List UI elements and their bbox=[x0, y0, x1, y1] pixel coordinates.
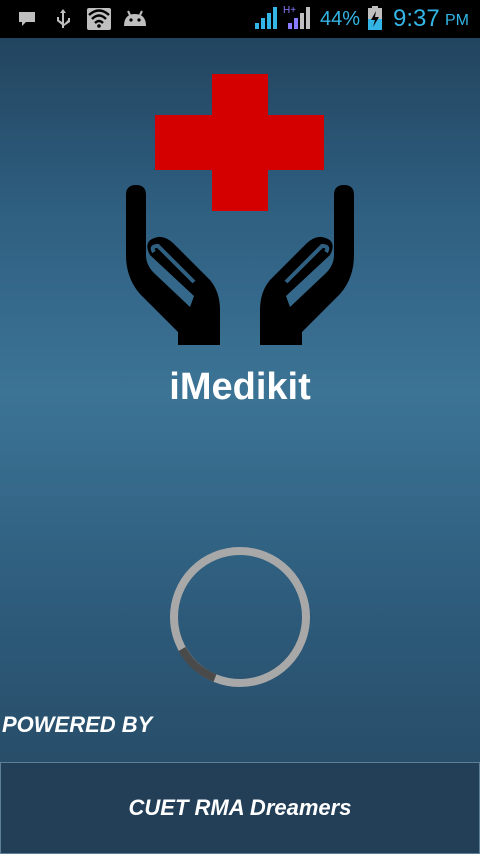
network-type-label: H+ bbox=[283, 5, 296, 16]
left-hand-icon bbox=[126, 185, 220, 345]
message-icon bbox=[19, 12, 35, 26]
app-logo-hands-cross-icon bbox=[126, 74, 354, 345]
loading-spinner bbox=[170, 547, 310, 687]
status-bar: H+ 44% 9:37 PM bbox=[0, 0, 480, 38]
android-debug-icon bbox=[124, 10, 146, 26]
usb-icon bbox=[57, 9, 70, 28]
battery-charging-icon bbox=[368, 6, 382, 30]
credit-button[interactable]: CUET RMA Dreamers bbox=[0, 762, 480, 854]
signal-icon bbox=[255, 7, 277, 29]
powered-by-label: POWERED BY bbox=[2, 712, 153, 737]
wifi-icon bbox=[87, 8, 111, 30]
battery-percent: 44% bbox=[320, 8, 361, 30]
credit-button-label: CUET RMA Dreamers bbox=[128, 795, 352, 820]
right-hand-icon bbox=[260, 185, 354, 345]
signal-hplus-icon: H+ bbox=[283, 5, 310, 29]
clock-am-pm: PM bbox=[445, 12, 469, 29]
red-cross-icon bbox=[155, 74, 324, 211]
app-title: iMedikit bbox=[169, 366, 311, 408]
clock: 9:37 bbox=[393, 5, 440, 32]
